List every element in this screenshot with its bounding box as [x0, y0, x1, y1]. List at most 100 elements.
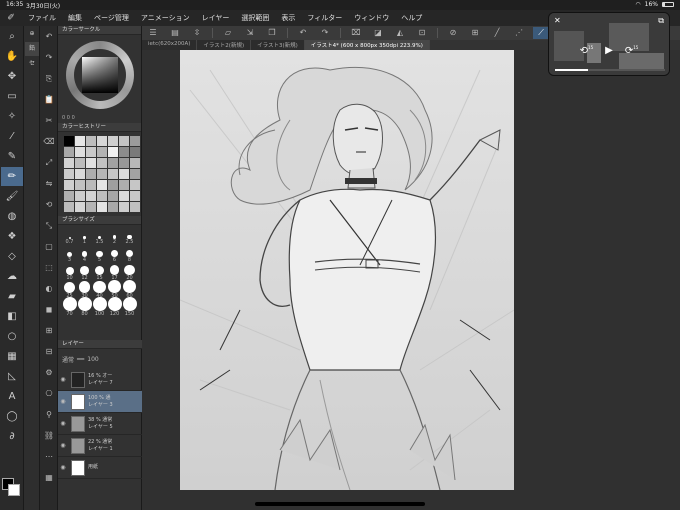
color-history-swatch[interactable]: [119, 180, 129, 190]
color-history-swatch[interactable]: [86, 169, 96, 179]
color-history-swatch[interactable]: [130, 158, 140, 168]
pip-expand-icon[interactable]: ⧉: [658, 16, 664, 26]
visibility-eye-icon[interactable]: ◉: [58, 464, 68, 471]
brush-size-option[interactable]: 3: [62, 252, 77, 263]
color-history-swatch[interactable]: [86, 191, 96, 201]
clear-icon[interactable]: ⌫: [41, 132, 57, 152]
color-history-swatch[interactable]: [130, 147, 140, 157]
layer-row[interactable]: ◉ 38 % 通常 レイヤー 5: [58, 413, 142, 435]
select-all-icon[interactable]: ▢: [41, 237, 57, 257]
brush-size-option[interactable]: 70: [62, 297, 77, 317]
color-history-swatch[interactable]: [97, 158, 107, 168]
new-icon[interactable]: ▤: [167, 27, 183, 39]
brush-size-option[interactable]: 12: [77, 266, 92, 281]
fill-cmd-icon[interactable]: ◪: [370, 27, 386, 39]
pip-close-icon[interactable]: ✕: [554, 16, 561, 25]
redo-icon[interactable]: ↷: [41, 48, 57, 68]
move-icon[interactable]: ✥: [1, 67, 23, 86]
menu-animation[interactable]: アニメーション: [135, 13, 196, 23]
scale-icon[interactable]: ⤡: [41, 216, 57, 236]
correct-line-icon[interactable]: ∂: [1, 427, 23, 446]
menu-window[interactable]: ウィンドウ: [348, 13, 395, 23]
ruler-icon[interactable]: ◺: [1, 367, 23, 386]
menu-selection[interactable]: 選択範囲: [235, 13, 275, 23]
pen-icon[interactable]: ✎: [1, 147, 23, 166]
brush-size-option[interactable]: 100: [92, 297, 107, 317]
figure-icon[interactable]: ○: [1, 327, 23, 346]
brush-size-option[interactable]: 6: [107, 250, 122, 263]
save-icon[interactable]: ▱: [220, 27, 236, 39]
brush-size-option[interactable]: 1.5: [92, 235, 107, 245]
layer-row[interactable]: ◉ 22 % 通常 レイヤー 1: [58, 435, 142, 457]
menu-view[interactable]: 表示: [275, 13, 301, 23]
color-history-swatch[interactable]: [97, 202, 107, 212]
pip-play-icon[interactable]: ▶: [605, 45, 613, 56]
cut-icon[interactable]: ✂: [41, 111, 57, 131]
brush-size-option[interactable]: 4: [77, 251, 92, 263]
text-icon[interactable]: A: [1, 387, 23, 406]
visibility-eye-icon[interactable]: ◉: [58, 376, 68, 383]
balloon-icon[interactable]: ◯: [1, 407, 23, 426]
menu-page[interactable]: ページ管理: [88, 13, 135, 23]
menu-help[interactable]: ヘルプ: [395, 13, 428, 23]
brush-size-option[interactable]: 120: [107, 297, 122, 317]
saturation-value-square[interactable]: [82, 57, 118, 93]
opacity-slider-icon[interactable]: ━━: [77, 356, 84, 363]
color-history-swatch[interactable]: [64, 136, 74, 146]
eyedropper-icon[interactable]: ⁄: [1, 127, 23, 146]
brush-size-option[interactable]: 20: [122, 264, 137, 281]
grid-icon[interactable]: ▦: [41, 468, 57, 488]
eraser-icon[interactable]: ◇: [1, 247, 23, 266]
export-icon[interactable]: ⇲: [242, 27, 258, 39]
color-circle[interactable]: 0 0 0: [58, 35, 141, 123]
color-history-swatch[interactable]: [130, 180, 140, 190]
brush-size-option[interactable]: 2.5: [122, 234, 137, 245]
color-history-swatch[interactable]: [130, 191, 140, 201]
color-history-swatch[interactable]: [108, 169, 118, 179]
snap-off-icon[interactable]: ⊘: [445, 27, 461, 39]
color-history-swatch[interactable]: [86, 202, 96, 212]
menu-file[interactable]: ファイル: [22, 13, 62, 23]
color-history-swatch[interactable]: [97, 191, 107, 201]
fill-icon[interactable]: ▰: [1, 287, 23, 306]
pencil-icon[interactable]: ✏: [1, 167, 23, 186]
drawing-canvas[interactable]: [180, 50, 514, 490]
pip-rewind-icon[interactable]: ⟲15: [580, 45, 593, 56]
color-history-swatch[interactable]: [64, 191, 74, 201]
zoom-icon[interactable]: ⌕: [1, 27, 23, 46]
color-history-swatch[interactable]: [75, 158, 85, 168]
copy-cmd-icon[interactable]: ❐: [264, 27, 280, 39]
color-history-swatch[interactable]: [75, 147, 85, 157]
brush-size-option[interactable]: 8: [122, 249, 137, 263]
layer-row[interactable]: ◉ 用紙: [58, 457, 142, 479]
color-history-swatch[interactable]: [97, 147, 107, 157]
color-history-swatch[interactable]: [75, 136, 85, 146]
deselect-icon[interactable]: ⬚: [41, 258, 57, 278]
shrink-icon[interactable]: ⊟: [41, 342, 57, 362]
color-history-swatch[interactable]: [119, 147, 129, 157]
gradient-icon[interactable]: ◧: [1, 307, 23, 326]
frame-icon[interactable]: ▦: [1, 347, 23, 366]
flip-icon[interactable]: ⇋: [41, 174, 57, 194]
opacity-value[interactable]: 100: [87, 356, 98, 363]
paste-icon[interactable]: 📋: [41, 90, 57, 110]
brush-icon[interactable]: 🖌: [1, 187, 23, 206]
snap-ruler-icon[interactable]: ╱: [489, 27, 505, 39]
color-history-swatch[interactable]: [75, 191, 85, 201]
tab-document-4[interactable]: イラスト4* (600 x 800px 350dpi 223.9%): [304, 40, 430, 50]
color-history-swatch[interactable]: [97, 180, 107, 190]
color-history-swatch[interactable]: [119, 158, 129, 168]
fill-selection-icon[interactable]: ◼: [41, 300, 57, 320]
brush-size-option[interactable]: 2: [107, 235, 122, 245]
color-history-swatch[interactable]: [75, 180, 85, 190]
airbrush-icon[interactable]: ◍: [1, 207, 23, 226]
color-history-swatch[interactable]: [108, 202, 118, 212]
wand-icon[interactable]: ✧: [1, 107, 23, 126]
brush-size-option[interactable]: 1: [77, 236, 92, 245]
visibility-eye-icon[interactable]: ◉: [58, 442, 68, 449]
color-history-swatch[interactable]: [64, 202, 74, 212]
color-history-swatch[interactable]: [86, 136, 96, 146]
color-history-swatch[interactable]: [108, 180, 118, 190]
selection-icon[interactable]: ▭: [1, 87, 23, 106]
tab-document-3[interactable]: イラスト3(新規): [251, 40, 305, 50]
